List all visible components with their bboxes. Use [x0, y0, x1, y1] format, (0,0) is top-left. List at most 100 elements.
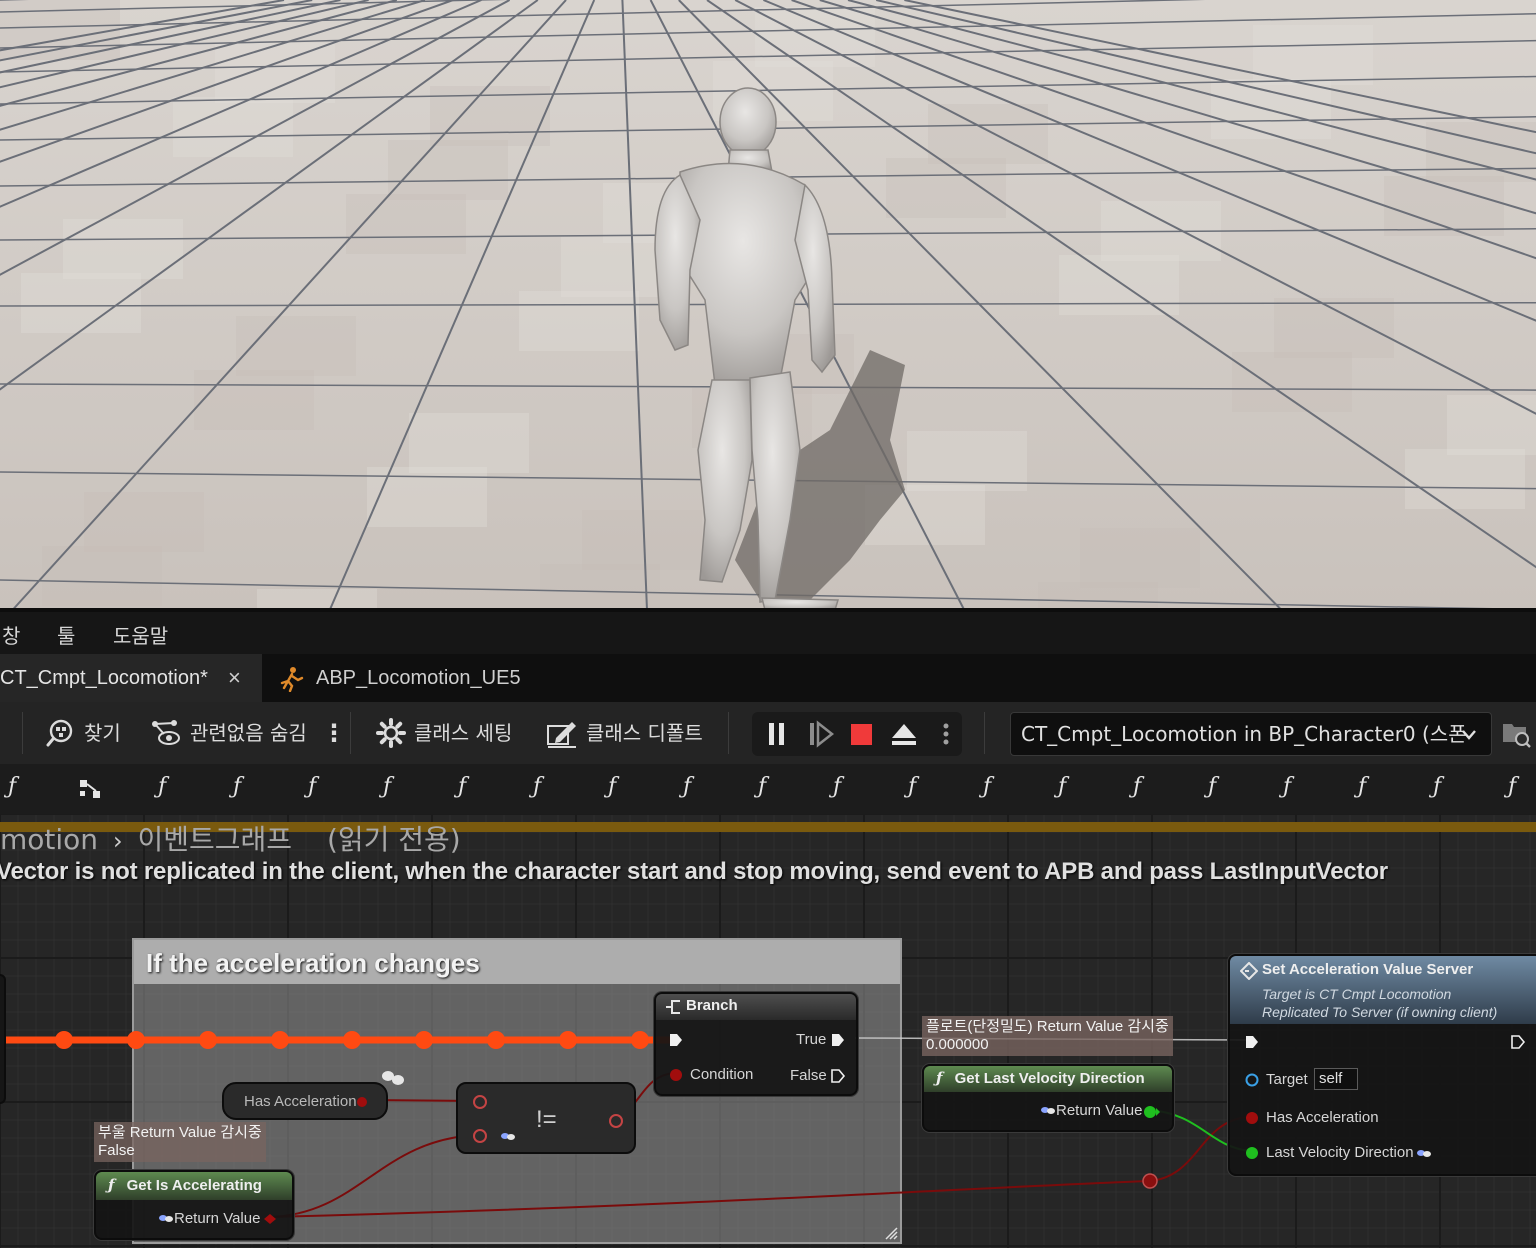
eject-icon[interactable] — [892, 724, 916, 745]
tab-abp-locomotion[interactable]: ABP_Locomotion_UE5 — [276, 654, 556, 702]
play-controls — [752, 712, 962, 756]
function-icon[interactable]: ƒ — [833, 774, 841, 799]
vertical-ellipsis-icon: ⋮ — [322, 719, 346, 747]
condition-pin[interactable] — [668, 1067, 684, 1083]
function-icon[interactable]: ƒ — [608, 774, 616, 799]
function-icon[interactable]: ƒ — [1058, 774, 1066, 799]
function-icon[interactable]: ƒ — [158, 774, 166, 799]
function-icon[interactable]: ƒ — [533, 774, 541, 799]
hide-unrelated-button[interactable]: 관련없음 숨김 — [150, 714, 307, 752]
graph-structure-icon[interactable] — [78, 778, 104, 800]
exec-true-pin[interactable] — [830, 1032, 846, 1048]
tab-ct-cmpt-locomotion[interactable]: CT_Cmpt_Locomotion* × — [0, 654, 262, 702]
not-equal-node[interactable]: != — [456, 1082, 636, 1154]
function-icon[interactable]: ƒ — [8, 774, 16, 799]
not-equal-symbol: != — [536, 1106, 557, 1133]
watch-bool-bubble: 부울 Return Value 감시중 False — [94, 1122, 266, 1162]
branch-node[interactable]: Branch True Condition False — [654, 992, 858, 1096]
true-label: True — [796, 1031, 827, 1048]
target-pin[interactable] — [1244, 1072, 1260, 1088]
function-icon[interactable]: ƒ — [908, 774, 916, 799]
set-accel-title: Set Acceleration Value Server — [1262, 961, 1474, 978]
has-acceleration-label: Has Acceleration — [1266, 1109, 1379, 1126]
menu-tools[interactable]: 툴 — [57, 620, 75, 649]
function-icon[interactable]: ƒ — [458, 774, 466, 799]
menu-help[interactable]: 도움말 — [113, 620, 168, 649]
watch-glasses-icon — [1041, 1107, 1055, 1114]
function-icon[interactable]: ƒ — [1358, 774, 1366, 799]
has-acceleration-pin[interactable] — [1244, 1110, 1260, 1126]
hide-unrelated-label: 관련없음 숨김 — [190, 721, 307, 745]
class-settings-label: 클래스 세팅 — [414, 721, 513, 745]
false-label: False — [790, 1067, 827, 1084]
function-icon[interactable]: ƒ — [233, 774, 241, 799]
class-defaults-label: 클래스 디폴트 — [586, 721, 703, 745]
hide-unrelated-icon — [152, 720, 180, 745]
function-icon[interactable]: ƒ — [983, 774, 991, 799]
watch-bool-value: False — [98, 1142, 135, 1159]
function-icon[interactable]: ƒ — [683, 774, 691, 799]
level-viewport[interactable] — [0, 0, 1536, 610]
return-bool-pin[interactable] — [262, 1211, 278, 1227]
watch-glasses-icon — [501, 1133, 515, 1140]
function-icon[interactable]: ƒ — [1508, 774, 1516, 799]
comment-header: If the acceleration changes — [134, 940, 900, 984]
breadcrumb-parent[interactable]: motion — [0, 823, 98, 856]
function-icon[interactable]: ƒ — [1283, 774, 1291, 799]
play-options-icon[interactable] — [943, 723, 949, 745]
function-icon[interactable]: ƒ — [1133, 774, 1141, 799]
viewport-scene — [0, 0, 1536, 610]
resize-grip-icon[interactable] — [884, 1226, 898, 1240]
output-pin[interactable] — [606, 1111, 626, 1131]
debug-filter-icon[interactable] — [1502, 720, 1532, 748]
get-is-accelerating-header: ƒ Get Is Accelerating — [96, 1172, 292, 1200]
variable-name: Has Acceleration — [244, 1093, 357, 1110]
blueprint-toolbar: 찾기 관련없음 숨김 ⋮ 클래스 세팅 클래스 디폴트 CT_Cmpt_Loco… — [0, 702, 1536, 788]
has-acceleration-variable-node[interactable]: Has Acceleration — [222, 1082, 388, 1120]
find-button[interactable]: 찾기 — [46, 714, 121, 752]
exec-false-pin[interactable] — [830, 1068, 846, 1084]
stop-icon[interactable] — [851, 724, 872, 745]
class-settings-button[interactable]: 클래스 세팅 — [376, 714, 512, 752]
function-icon: ƒ — [936, 1069, 943, 1087]
pause-icon[interactable] — [769, 723, 784, 745]
watch-float-bubble: 플로트(단정밀도) Return Value 감시중 0.000000 — [922, 1016, 1173, 1056]
function-icon[interactable]: ƒ — [308, 774, 316, 799]
class-defaults-button[interactable]: 클래스 디폴트 — [546, 714, 703, 752]
set-accel-subtitle-target: Target is CT Cmpt Locomotion — [1262, 986, 1452, 1002]
breadcrumb: motion › 이벤트그래프 (읽기 전용) — [0, 818, 461, 858]
return-value-label: Return Value — [1056, 1102, 1143, 1119]
tab-close-icon[interactable]: × — [228, 654, 241, 702]
offscreen-node-fragment[interactable] — [0, 974, 6, 1104]
bool-pin[interactable] — [354, 1094, 370, 1110]
frame-skip-icon[interactable] — [810, 720, 835, 748]
return-value-label: Return Value — [174, 1210, 261, 1227]
branch-icon — [666, 1000, 680, 1014]
function-icon[interactable]: ƒ — [758, 774, 766, 799]
last-velocity-pin[interactable] — [1244, 1145, 1260, 1161]
input-pins[interactable] — [470, 1094, 490, 1154]
find-label: 찾기 — [84, 721, 121, 745]
target-self-field[interactable]: self — [1314, 1068, 1358, 1090]
function-icon[interactable]: ƒ — [1208, 774, 1216, 799]
read-only-label: (읽기 전용) — [326, 823, 461, 856]
exec-in-pin[interactable] — [668, 1032, 684, 1048]
exec-out-pin[interactable] — [1510, 1034, 1526, 1050]
document-tab-bar: CT_Cmpt_Locomotion* × ABP_Locomotion_UE5 — [0, 654, 1536, 702]
set-accel-header: Set Acceleration Value Server Target is … — [1230, 956, 1536, 1024]
watch-bool-label: 부울 Return Value 감시중 — [98, 1124, 262, 1141]
exec-in-pin[interactable] — [1244, 1034, 1260, 1050]
return-vector-pin[interactable] — [1142, 1104, 1162, 1120]
get-is-accelerating-node[interactable]: ƒ Get Is Accelerating Return Value — [94, 1170, 294, 1240]
event-graph-panel[interactable]: motion › 이벤트그래프 (읽기 전용) Vector is not re… — [0, 814, 1536, 1248]
debug-object-select[interactable]: CT_Cmpt_Locomotion in BP_Character0 (스폰됨… — [1010, 712, 1492, 788]
gear-icon — [376, 718, 406, 748]
function-icon[interactable]: ƒ — [1433, 774, 1441, 799]
function-shortcut-bar: ƒ ƒ ƒ ƒ ƒ ƒ ƒ ƒ ƒ ƒ ƒ ƒ ƒ ƒ ƒ ƒ ƒ ƒ ƒ ƒ — [0, 764, 1536, 814]
set-acceleration-value-server-node[interactable]: Set Acceleration Value Server Target is … — [1228, 954, 1536, 1176]
comment-title[interactable]: If the acceleration changes — [146, 948, 480, 979]
function-icon[interactable]: ƒ — [383, 774, 391, 799]
get-last-velocity-direction-node[interactable]: ƒ Get Last Velocity Direction Return Val… — [922, 1064, 1174, 1132]
more-options-button[interactable]: ⋮ — [322, 714, 346, 752]
menu-window[interactable]: 창 — [2, 620, 20, 649]
